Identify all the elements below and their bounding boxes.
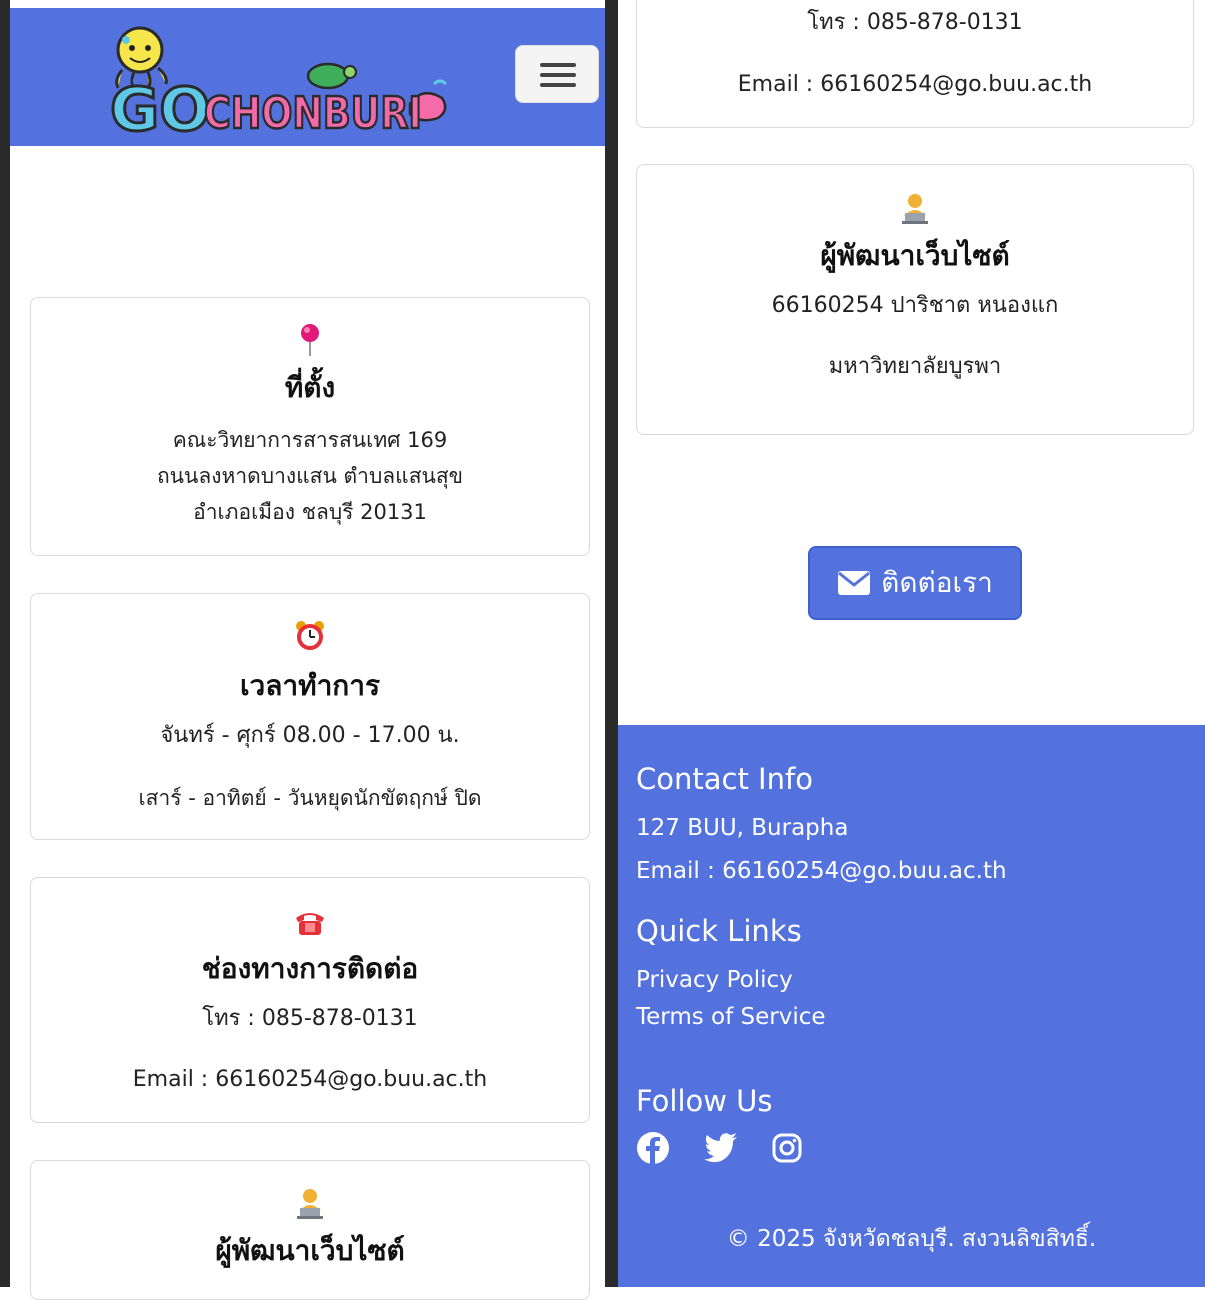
telephone-icon xyxy=(31,908,589,936)
contact-email: Email : 66160254@go.buu.ac.th xyxy=(132,1067,488,1092)
location-card: ที่ตั้ง คณะวิทยาการสารสนเทศ 169 ถนนลงหาด… xyxy=(30,297,590,556)
envelope-icon xyxy=(837,570,871,596)
facebook-icon[interactable] xyxy=(636,1131,670,1169)
location-line-2: ถนนลงหาดบางแสน ตำบลแสนสุข xyxy=(156,464,464,488)
hours-card: เวลาทำการ จันทร์ - ศุกร์ 08.00 - 17.00 น… xyxy=(30,593,590,840)
go-chonburi-logo[interactable]: GO CHONBURI xyxy=(104,18,456,140)
location-line-1: คณะวิทยาการสารสนเทศ 169 xyxy=(172,428,448,452)
contact-email-continued: Email : 66160254@go.buu.ac.th xyxy=(737,72,1093,97)
twitter-icon[interactable] xyxy=(704,1133,738,1167)
hours-title: เวลาทำการ xyxy=(239,669,381,702)
location-title: ที่ตั้ง xyxy=(284,371,336,404)
terms-of-service-link[interactable]: Terms of Service xyxy=(636,1002,826,1032)
footer-follow-heading: Follow Us xyxy=(636,1084,773,1118)
footer-email[interactable]: Email : 66160254@go.buu.ac.th xyxy=(636,856,1007,886)
hours-weekend: เสาร์ - อาทิตย์ - วันหยุดนักขัตฤกษ์ ปิด xyxy=(138,786,482,810)
developer-card: ผู้พัฒนาเว็บไซต์ 66160254 ปาริชาต หนองแก… xyxy=(636,164,1194,435)
left-border xyxy=(0,0,10,1287)
contact-channels-card: ช่องทางการติดต่อ โทร : 085-878-0131 Emai… xyxy=(30,877,590,1123)
hamburger-icon xyxy=(540,63,576,67)
contact-us-label: ติดต่อเรา xyxy=(881,566,993,599)
footer-address: 127 BUU, Burapha xyxy=(636,815,849,841)
developer-title: ผู้พัฒนาเว็บไซต์ xyxy=(215,1234,405,1267)
social-links xyxy=(636,1131,802,1169)
instagram-icon[interactable] xyxy=(772,1133,802,1167)
center-divider xyxy=(605,0,618,1287)
navbar: GO CHONBURI xyxy=(10,8,606,146)
contact-phone: โทร : 085-878-0131 xyxy=(202,1006,418,1031)
contact-channels-card-continued: โทร : 085-878-0131 Email : 66160254@go.b… xyxy=(636,0,1194,128)
copyright-text: © 2025 จังหวัดชลบุรี. สงวนลิขสิทธิ์. xyxy=(726,1226,1097,1252)
developer-icon xyxy=(637,192,1193,224)
footer: Contact Info 127 BUU, Burapha Email : 66… xyxy=(618,725,1205,1287)
svg-text:GO: GO xyxy=(110,75,210,140)
contact-title: ช่องทางการติดต่อ xyxy=(201,952,419,985)
developer-title-full: ผู้พัฒนาเว็บไซต์ xyxy=(820,239,1010,272)
menu-toggle-button[interactable] xyxy=(515,45,599,103)
privacy-policy-link[interactable]: Privacy Policy xyxy=(636,965,793,995)
pushpin-icon xyxy=(31,322,589,358)
svg-text:CHONBURI: CHONBURI xyxy=(204,88,422,139)
developer-name: 66160254 ปาริชาต หนองแก xyxy=(771,293,1059,318)
footer-links-heading: Quick Links xyxy=(636,914,802,948)
developer-university: มหาวิทยาลัยบูรพา xyxy=(828,354,1002,379)
alarm-clock-icon xyxy=(31,620,589,650)
contact-phone-continued: โทร : 085-878-0131 xyxy=(807,10,1023,35)
developer-card-partial: ผู้พัฒนาเว็บไซต์ xyxy=(30,1160,590,1300)
top-strip xyxy=(10,0,606,8)
hours-weekday: จันทร์ - ศุกร์ 08.00 - 17.00 น. xyxy=(160,723,460,748)
contact-us-button[interactable]: ติดต่อเรา xyxy=(808,546,1022,620)
footer-contact-heading: Contact Info xyxy=(636,762,813,796)
developer-icon xyxy=(31,1187,589,1219)
location-line-3: อำเภอเมือง ชลบุรี 20131 xyxy=(193,500,427,524)
